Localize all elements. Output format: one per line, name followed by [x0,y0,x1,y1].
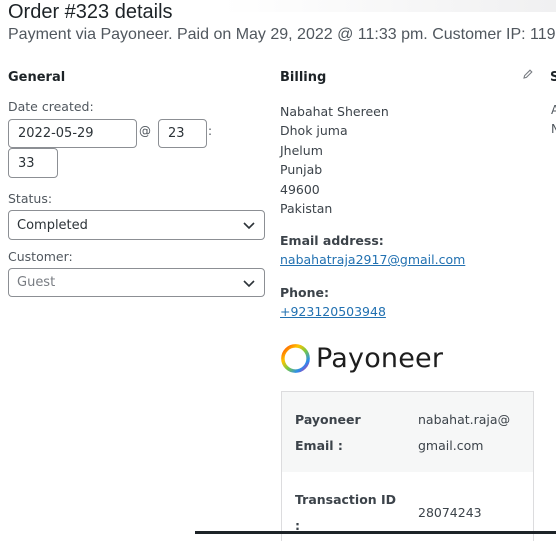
customer-select[interactable]: Guest [8,268,265,297]
hour-value: 23 [168,126,185,141]
shipping-line-2: N [551,122,556,136]
billing-country: Pakistan [280,201,333,217]
payoneer-logo-text: Payoneer [316,342,444,374]
billing-address-line: Dhok juma [280,123,348,139]
status-select[interactable]: Completed [8,210,265,240]
customer-label: Customer: [8,249,73,264]
hour-input[interactable]: 23 [158,119,207,148]
payoneer-details-box: Payoneer Email : nabahat.raja@ gmail.com… [281,391,534,552]
payment-summary: Payment via Payoneer. Paid on May 29, 20… [8,26,556,43]
payoneer-email-label-line2: Email : [295,438,343,453]
page-title: Order #323 details [8,1,173,23]
payoneer-email-value-line2: gmail.com [418,438,484,453]
status-value: Completed [17,217,88,233]
date-created-value: 2022-05-29 [18,126,94,141]
at-separator: @ [139,124,151,138]
payoneer-email-value-line1: nabahat.raja@ [418,412,511,427]
email-link[interactable]: nabahatraja2917@gmail.com [280,252,465,267]
billing-heading: Billing [280,70,327,85]
payoneer-ring-icon [281,343,310,373]
phone-link[interactable]: +923120503948 [280,304,386,319]
chevron-down-icon [243,222,255,230]
billing-address: Nabahat Shereen Dhok juma Jhelum Punjab … [280,102,389,218]
minute-value: 33 [18,155,35,171]
colon-separator: : [208,124,213,138]
billing-name: Nabahat Shereen [280,104,389,119]
shipping-heading: S [550,70,556,85]
transaction-id-label-line1: Transaction ID [295,492,397,507]
transaction-id-value: 28074243 [418,505,482,520]
date-created-input[interactable]: 2022-05-29 [8,119,137,148]
phone-label: Phone: [280,285,330,300]
shipping-line-1: A [551,103,556,117]
date-created-label: Date created: [8,99,94,114]
general-heading: General [8,70,66,85]
chevron-down-icon [243,279,255,287]
email-address-label: Email address: [280,233,384,248]
payoneer-box-lower [282,472,533,552]
status-label: Status: [8,191,53,206]
billing-postcode: 49600 [280,181,320,197]
billing-state: Punjab [280,162,323,178]
payoneer-logo: Payoneer [280,340,443,376]
minute-input[interactable]: 33 [8,148,58,178]
pencil-icon[interactable] [522,68,534,80]
payoneer-email-label-line1: Payoneer [295,412,361,427]
billing-city: Jhelum [280,142,323,158]
customer-placeholder: Guest [17,275,56,290]
